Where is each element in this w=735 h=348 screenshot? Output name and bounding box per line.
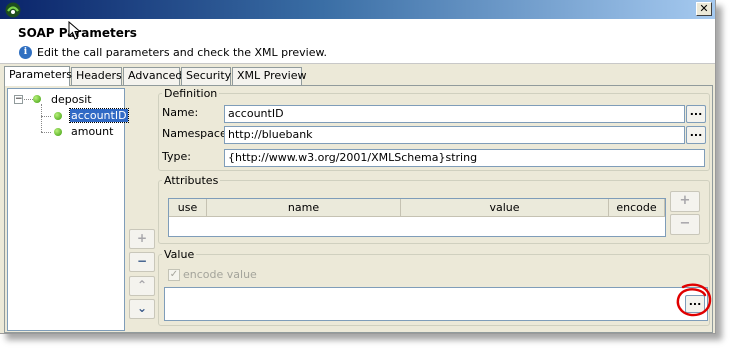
value-field[interactable] [164, 287, 708, 321]
tab-advanced[interactable]: Advanced [123, 67, 183, 85]
definition-legend: Definition [164, 87, 218, 100]
attributes-table[interactable]: use name value encode [168, 198, 666, 237]
encode-value-label: encode value [183, 268, 257, 281]
tree-connector [41, 116, 51, 117]
remove-attribute-button[interactable]: − [670, 214, 700, 235]
type-label: Type: [162, 150, 191, 163]
tab-parameters[interactable]: Parameters [4, 66, 72, 86]
close-icon: ✕ [699, 2, 709, 15]
remove-parameter-button[interactable]: − [129, 252, 155, 272]
add-parameter-button[interactable]: + [129, 229, 155, 249]
title-bar[interactable]: ✕ [0, 0, 715, 19]
tree-connector [41, 104, 42, 132]
chevron-down-icon: ⌄ [136, 301, 148, 315]
app-logo-icon [5, 2, 21, 18]
mouse-cursor-icon [68, 21, 82, 40]
tab-security[interactable]: Security [181, 67, 231, 85]
add-attribute-button[interactable]: + [670, 191, 700, 212]
tree-item-amount[interactable]: amount [71, 125, 113, 138]
chevron-up-icon: ⌃ [136, 278, 148, 292]
plus-icon: + [136, 231, 148, 245]
encode-value-checkbox[interactable]: ✓ [168, 269, 180, 281]
column-header-use[interactable]: use [169, 199, 207, 217]
value-legend: Value [164, 248, 195, 261]
plus-icon: + [679, 193, 691, 208]
type-field[interactable]: {http://www.w3.org/2001/XMLSchema}string [224, 149, 705, 167]
column-header-encode[interactable]: encode [609, 199, 665, 217]
tree-item-deposit[interactable]: deposit [51, 93, 92, 106]
tab-label: XML Preview [237, 69, 307, 82]
dialog-header: SOAP Parameters i Edit the call paramete… [0, 19, 715, 64]
tab-xml-preview[interactable]: XML Preview [232, 67, 306, 85]
name-field[interactable]: accountID [224, 105, 685, 123]
parameters-panel: − deposit accountID amount + − ⌃ ⌄ Defin… [4, 85, 713, 333]
tree-item-accountid[interactable]: accountID [69, 108, 129, 123]
name-browse-button[interactable]: ... [686, 105, 706, 123]
parameter-list-buttons: + − ⌃ ⌄ [128, 88, 156, 331]
green-dot-icon [54, 128, 62, 136]
annotation-circle-icon [676, 283, 712, 317]
tree-connector [41, 132, 51, 133]
move-up-button[interactable]: ⌃ [129, 276, 155, 296]
name-label: Name: [162, 106, 199, 119]
dialog-description: Edit the call parameters and check the X… [37, 46, 327, 59]
tab-label: Advanced [128, 69, 183, 82]
minus-icon: − [679, 216, 691, 231]
namespace-field[interactable]: http://bluebank [224, 126, 685, 144]
soap-parameters-dialog: ✕ SOAP Parameters i Edit the call parame… [0, 0, 716, 334]
tab-headers[interactable]: Headers [71, 67, 122, 85]
green-dot-icon [33, 95, 41, 103]
green-dot-icon [54, 112, 62, 120]
column-header-name[interactable]: name [207, 199, 401, 217]
close-button[interactable]: ✕ [696, 2, 712, 16]
tree-connector [24, 99, 33, 100]
tab-label: Headers [76, 69, 122, 82]
parameter-tree[interactable]: − deposit accountID amount [7, 88, 129, 331]
info-icon: i [19, 46, 32, 59]
tab-label: Parameters [9, 68, 72, 81]
minus-icon: − [136, 254, 148, 268]
tab-label: Security [186, 69, 232, 82]
namespace-browse-button[interactable]: ... [686, 126, 706, 144]
namespace-label: Namespace: [162, 127, 231, 140]
move-down-button[interactable]: ⌄ [129, 299, 155, 319]
column-header-value[interactable]: value [401, 199, 609, 217]
attributes-legend: Attributes [164, 174, 219, 187]
collapse-toggle-icon[interactable]: − [14, 95, 23, 104]
